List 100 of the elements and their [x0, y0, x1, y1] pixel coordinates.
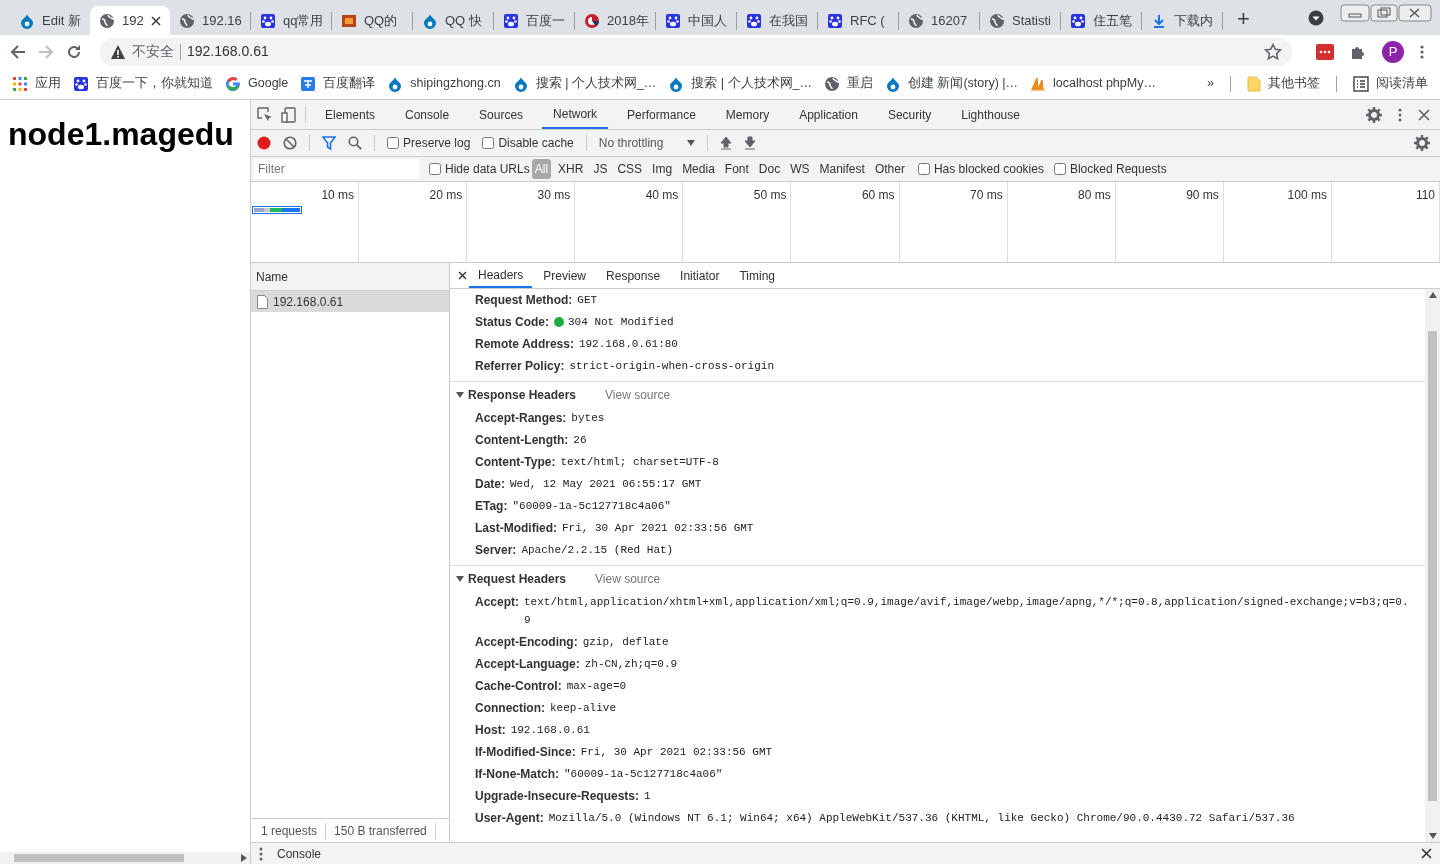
detail-tab[interactable]: Initiator — [671, 263, 729, 288]
scroll-up-icon[interactable] — [1428, 292, 1437, 298]
inspect-icon[interactable] — [257, 106, 273, 123]
browser-tab[interactable]: QQ 快 — [413, 6, 493, 35]
bookmarks-overflow-button[interactable]: » — [1207, 74, 1214, 93]
close-icon[interactable] — [151, 15, 161, 26]
checkbox[interactable] — [429, 163, 441, 175]
browser-tab[interactable]: 192.16 — [170, 6, 250, 35]
column-header[interactable]: Name — [251, 263, 449, 291]
expand-triangle-icon[interactable] — [456, 390, 464, 399]
type-filter-button[interactable]: Doc — [755, 159, 784, 179]
bookmark[interactable]: Google — [225, 74, 289, 93]
browser-tab[interactable]: 2018年 — [575, 6, 655, 35]
checkbox[interactable] — [482, 137, 495, 149]
browser-tab[interactable]: qq常用 — [251, 6, 331, 35]
scrollbar-thumb[interactable] — [1428, 330, 1437, 801]
clear-icon[interactable] — [283, 136, 297, 150]
vertical-scrollbar[interactable] — [1425, 289, 1440, 842]
type-filter-button[interactable]: Img — [649, 159, 676, 179]
section-title[interactable]: Response Headers — [468, 385, 577, 404]
detail-tab[interactable]: Preview — [534, 263, 596, 288]
scrollbar-thumb[interactable] — [14, 854, 184, 862]
filter-input[interactable]: Filter — [254, 159, 419, 179]
browser-tab[interactable]: 住五笔 — [1061, 6, 1141, 35]
bookmark[interactable]: localhost phpMy… — [1030, 74, 1156, 93]
extension-icon[interactable] — [1316, 43, 1334, 60]
profile-avatar[interactable]: P — [1382, 40, 1404, 63]
panel-tab[interactable]: Console — [394, 100, 461, 129]
panel-tab[interactable]: Application — [788, 100, 869, 129]
panel-tab[interactable]: Memory — [714, 100, 781, 129]
search-icon[interactable] — [348, 136, 362, 150]
browser-tab[interactable]: 16207 — [899, 6, 979, 35]
type-filter-button[interactable]: WS — [787, 159, 813, 179]
bookmark[interactable]: shipingzhong.cn — [387, 74, 501, 93]
scroll-down-icon[interactable] — [1428, 833, 1437, 839]
bookmark-folder[interactable]: 其他书签 — [1247, 74, 1320, 93]
dropdown-icon[interactable] — [1308, 9, 1324, 26]
panel-tab[interactable]: Sources — [468, 100, 535, 129]
menu-icon[interactable] — [1420, 43, 1424, 60]
horizontal-scrollbar[interactable] — [0, 852, 250, 864]
detail-tab[interactable]: Response — [597, 263, 670, 288]
window-controls-drawing[interactable] — [1340, 3, 1432, 22]
drawer-tab[interactable]: Console — [277, 844, 322, 863]
record-icon[interactable] — [257, 136, 271, 150]
panel-tab[interactable]: Performance — [616, 100, 707, 129]
request-row[interactable]: 192.168.0.61 — [251, 291, 449, 312]
download-icon[interactable] — [744, 136, 757, 150]
view-source-link[interactable]: View source — [595, 569, 661, 588]
header-name: Referrer Policy: — [475, 358, 565, 375]
bookmark[interactable]: 创建 新闻(story) |… — [885, 74, 1019, 93]
settings-icon[interactable] — [1414, 135, 1430, 151]
panel-tab[interactable]: Security — [876, 100, 943, 129]
menu-icon[interactable] — [259, 846, 263, 861]
panel-tab[interactable]: Lighthouse — [950, 100, 1031, 129]
scroll-right-icon[interactable] — [241, 854, 247, 862]
filter-icon[interactable] — [322, 136, 336, 150]
browser-tab[interactable]: 下载内 — [1142, 6, 1222, 35]
type-filter-button[interactable]: XHR — [555, 159, 587, 179]
bookmark[interactable]: 搜索 | 个人技术网_… — [512, 74, 657, 93]
security-label[interactable]: 不安全 — [132, 41, 174, 62]
panel-tab[interactable]: Elements — [314, 100, 387, 129]
device-icon[interactable] — [281, 106, 297, 123]
bookmark[interactable]: 百度一下，你就知道 — [73, 74, 213, 93]
new-tab-button[interactable]: + — [1237, 7, 1250, 30]
star-icon[interactable] — [1264, 42, 1282, 61]
type-filter-button[interactable]: Media — [679, 159, 718, 179]
browser-tab[interactable]: Edit 新 — [10, 6, 90, 35]
browser-tab[interactable]: QQ的 — [332, 6, 412, 35]
type-filter-button[interactable]: Other — [871, 159, 908, 179]
close-icon[interactable] — [458, 271, 467, 280]
browser-tab[interactable]: Statisti — [980, 6, 1060, 35]
checkbox[interactable] — [387, 137, 399, 149]
detail-tab[interactable]: Timing — [730, 263, 784, 288]
type-filter-button[interactable]: Manifest — [816, 159, 868, 179]
address-bar[interactable]: 不安全 192.168.0.61 — [100, 37, 1292, 66]
browser-tab[interactable]: 在我国 — [737, 6, 817, 35]
reading-list-button[interactable]: 阅读清单 — [1353, 74, 1428, 93]
browser-tab[interactable]: 百度一 — [494, 6, 574, 35]
checkbox[interactable] — [917, 163, 930, 175]
bookmark[interactable]: 百度翻译 — [300, 74, 376, 93]
browser-tab[interactable]: 中国人 — [656, 6, 736, 35]
browser-tab[interactable]: RFC ( — [818, 6, 898, 35]
section-title[interactable]: Request Headers — [468, 569, 567, 588]
checkbox[interactable] — [1053, 163, 1066, 175]
type-filter-button[interactable]: Font — [721, 159, 752, 179]
close-icon[interactable] — [1421, 848, 1432, 859]
view-source-link[interactable]: View source — [605, 385, 671, 404]
upload-icon[interactable] — [720, 136, 733, 150]
detail-tab[interactable]: Headers — [469, 263, 533, 288]
browser-tab[interactable]: 192 — [90, 6, 170, 35]
close-icon[interactable] — [1418, 108, 1430, 121]
bookmark[interactable]: 应用 — [12, 74, 61, 93]
settings-icon[interactable] — [1366, 106, 1382, 123]
bookmark[interactable]: 搜索 | 个人技术网_… — [668, 74, 812, 93]
expand-triangle-icon[interactable] — [456, 574, 464, 583]
menu-icon[interactable] — [1398, 107, 1402, 122]
type-filter-button[interactable]: JS — [590, 159, 611, 179]
throttling-select[interactable]: No throttling — [598, 134, 696, 152]
type-filter-button[interactable]: CSS — [614, 159, 646, 179]
bookmark[interactable]: 重启 — [824, 74, 873, 93]
